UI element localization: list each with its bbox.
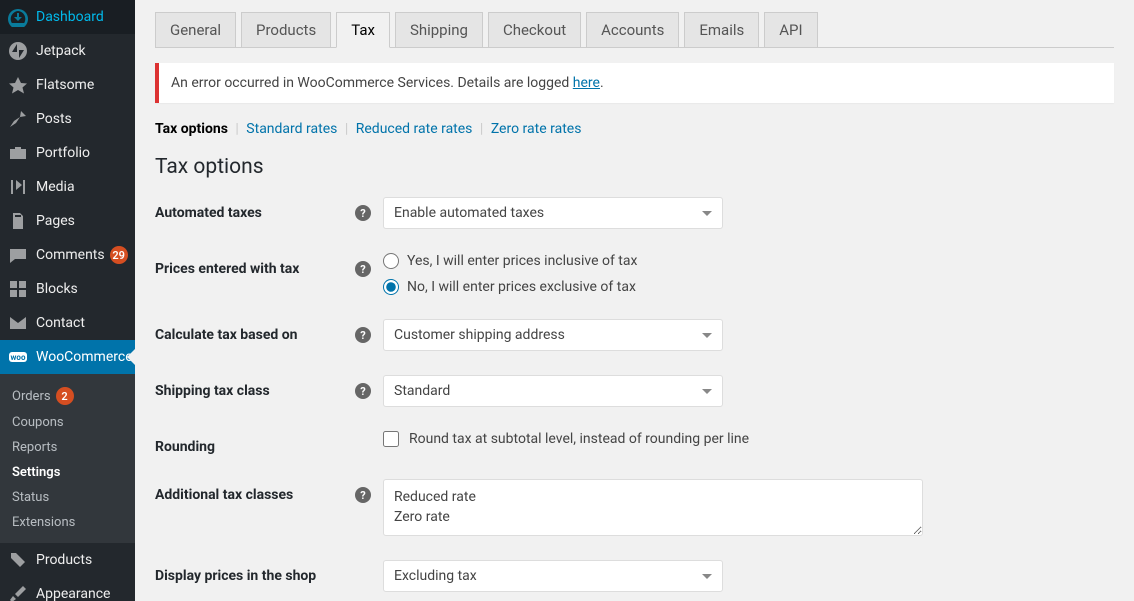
tax-subtabs: Tax options | Standard rates | Reduced r… <box>155 121 1114 137</box>
media-icon <box>8 177 28 197</box>
label-shipping-tax-class: Shipping tax class <box>155 375 355 399</box>
textarea-additional-classes[interactable] <box>383 479 923 536</box>
label-display-prices-shop: Display prices in the shop <box>155 560 355 584</box>
label-prices-entered: Prices entered with tax <box>155 253 355 277</box>
select-display-prices-shop[interactable]: Excluding tax <box>383 560 723 592</box>
subtab-reduced[interactable]: Reduced rate rates <box>356 121 473 137</box>
sidebar-label: Pages <box>36 213 75 229</box>
tab-checkout[interactable]: Checkout <box>488 12 581 47</box>
sidebar-label: Comments <box>36 247 105 263</box>
sidebar-label: Contact <box>36 315 85 331</box>
label-rounding: Rounding <box>155 431 355 455</box>
sidebar-label: Blocks <box>36 281 78 297</box>
sidebar-item-pages[interactable]: Pages <box>0 204 135 238</box>
submenu-extensions[interactable]: Extensions <box>0 510 135 535</box>
sidebar-item-jetpack[interactable]: Jetpack <box>0 34 135 68</box>
pages-icon <box>8 211 28 231</box>
sidebar-label: Media <box>36 179 75 195</box>
sidebar-label: Products <box>36 552 92 568</box>
sidebar-item-products[interactable]: Products <box>0 543 135 577</box>
help-shipping-tax-class[interactable]: ? <box>355 383 371 399</box>
tab-api[interactable]: API <box>764 12 817 47</box>
flatsome-icon <box>8 75 28 95</box>
pin-icon <box>8 109 28 129</box>
envelope-icon <box>8 313 28 333</box>
blocks-icon <box>8 279 28 299</box>
sidebar-label: WooCommerce <box>36 349 133 365</box>
radio-group-prices: Yes, I will enter prices inclusive of ta… <box>383 253 637 295</box>
sidebar-label: Dashboard <box>36 9 104 25</box>
select-automated-taxes[interactable]: Enable automated taxes <box>383 197 723 229</box>
sidebar-label: Jetpack <box>36 43 86 59</box>
tab-shipping[interactable]: Shipping <box>395 12 483 47</box>
dashboard-icon <box>8 7 28 27</box>
sidebar-item-blocks[interactable]: Blocks <box>0 272 135 306</box>
main-content: General Products Tax Shipping Checkout A… <box>135 0 1134 601</box>
sidebar-item-portfolio[interactable]: Portfolio <box>0 136 135 170</box>
sidebar-item-contact[interactable]: Contact <box>0 306 135 340</box>
woocommerce-icon: woo <box>8 347 28 367</box>
submenu-settings[interactable]: Settings <box>0 460 135 485</box>
error-details-link[interactable]: here <box>573 75 600 91</box>
submenu-status[interactable]: Status <box>0 485 135 510</box>
portfolio-icon <box>8 143 28 163</box>
orders-badge: 2 <box>56 387 74 405</box>
label-additional-classes: Additional tax classes <box>155 479 355 503</box>
subtab-zero[interactable]: Zero rate rates <box>491 121 582 137</box>
label-automated-taxes: Automated taxes <box>155 197 355 221</box>
help-calculate-based-on[interactable]: ? <box>355 327 371 343</box>
tab-accounts[interactable]: Accounts <box>586 12 679 47</box>
tab-general[interactable]: General <box>155 12 236 47</box>
woocommerce-submenu: Orders 2 Coupons Reports Settings Status… <box>0 374 135 543</box>
page-heading: Tax options <box>155 155 1114 179</box>
submenu-reports[interactable]: Reports <box>0 435 135 460</box>
subtab-standard[interactable]: Standard rates <box>246 121 337 137</box>
tab-emails[interactable]: Emails <box>684 12 759 47</box>
submenu-orders[interactable]: Orders 2 <box>0 382 135 410</box>
sidebar-item-media[interactable]: Media <box>0 170 135 204</box>
checkbox-rounding[interactable]: Round tax at subtotal level, instead of … <box>383 431 749 447</box>
comments-badge: 29 <box>110 246 128 264</box>
brush-icon <box>8 584 28 601</box>
sidebar-item-comments[interactable]: Comments 29 <box>0 238 135 272</box>
sidebar-label: Appearance <box>36 586 110 601</box>
help-additional-classes[interactable]: ? <box>355 487 371 503</box>
select-shipping-tax-class[interactable]: Standard <box>383 375 723 407</box>
select-calculate-based-on[interactable]: Customer shipping address <box>383 319 723 351</box>
tab-products[interactable]: Products <box>241 12 331 47</box>
sidebar-item-dashboard[interactable]: Dashboard <box>0 0 135 34</box>
sidebar-label: Posts <box>36 111 72 127</box>
subtab-current: Tax options <box>155 121 228 137</box>
help-prices-entered[interactable]: ? <box>355 261 371 277</box>
sidebar-item-flatsome[interactable]: Flatsome <box>0 68 135 102</box>
jetpack-icon <box>8 41 28 61</box>
settings-tabs: General Products Tax Shipping Checkout A… <box>155 12 1114 48</box>
products-icon <box>8 550 28 570</box>
sidebar-item-woocommerce[interactable]: woo WooCommerce <box>0 340 135 374</box>
admin-sidebar: Dashboard Jetpack Flatsome Posts Portfol… <box>0 0 135 601</box>
error-banner: An error occurred in WooCommerce Service… <box>155 63 1114 103</box>
sidebar-label: Portfolio <box>36 145 90 161</box>
submenu-coupons[interactable]: Coupons <box>0 410 135 435</box>
tab-tax[interactable]: Tax <box>336 12 390 48</box>
label-calculate-based-on: Calculate tax based on <box>155 319 355 343</box>
sidebar-item-posts[interactable]: Posts <box>0 102 135 136</box>
help-automated-taxes[interactable]: ? <box>355 205 371 221</box>
radio-prices-exclusive[interactable]: No, I will enter prices exclusive of tax <box>383 279 637 295</box>
sidebar-label: Flatsome <box>36 77 94 93</box>
svg-text:woo: woo <box>11 353 26 362</box>
radio-prices-inclusive[interactable]: Yes, I will enter prices inclusive of ta… <box>383 253 637 269</box>
sidebar-item-appearance[interactable]: Appearance <box>0 577 135 601</box>
comments-icon <box>8 245 28 265</box>
